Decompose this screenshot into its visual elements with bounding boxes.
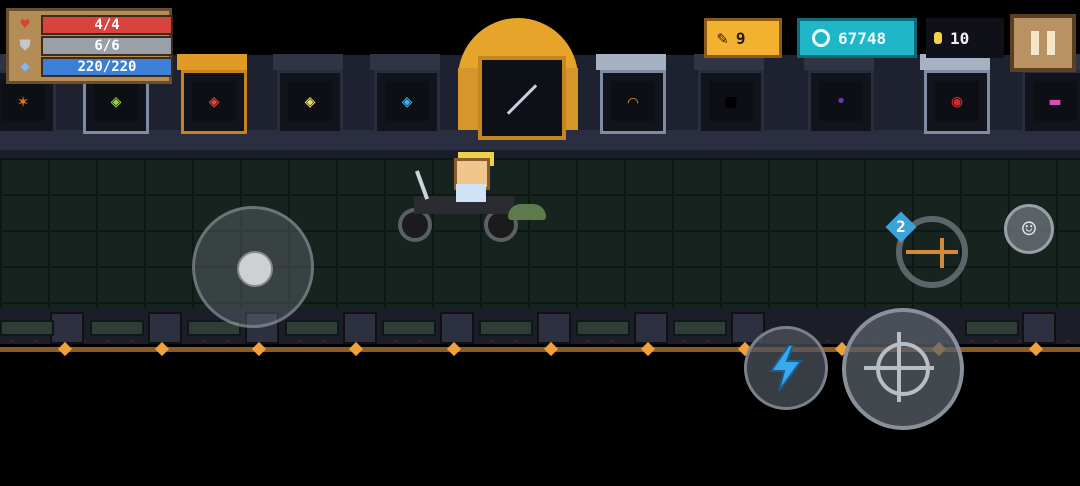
- pedestal-display: ⌒: [600, 70, 666, 134]
- health-bar: 4/4: [41, 15, 173, 35]
- energy-bar: 220/220: [41, 57, 173, 77]
- pedestal-display: ▬: [1022, 70, 1080, 134]
- pedestal-cap: [273, 54, 343, 70]
- rail-block: [148, 312, 182, 344]
- pedestal-display: ◈: [374, 70, 440, 134]
- shop-pedestal[interactable]: ◉: [920, 54, 990, 134]
- gem-icon: [812, 29, 830, 47]
- rail-pad: [965, 320, 1019, 336]
- green-ring-icon: ◈: [94, 81, 138, 121]
- dark-item-icon: ■: [709, 81, 753, 121]
- lightning-icon: [769, 345, 803, 391]
- rail-light: [446, 341, 462, 357]
- energy-text: 220/220: [77, 59, 137, 75]
- rail-pad: [479, 320, 533, 336]
- fish-count: 9: [735, 28, 746, 48]
- rail-block: [1022, 312, 1056, 344]
- pause-icon: [1031, 31, 1039, 55]
- smile-icon: ☺: [1021, 215, 1037, 243]
- shield-icon: ⛊: [19, 36, 31, 54]
- pause-icon: [1047, 31, 1055, 55]
- rider-body: [456, 184, 486, 202]
- armor-row: ⛊ 6/6: [15, 36, 173, 56]
- fish-icon: ✎: [717, 27, 728, 49]
- crossbow-icon: [940, 238, 944, 268]
- player-character: [396, 152, 556, 244]
- armor-bar: 6/6: [41, 36, 173, 56]
- bow-item-icon: ⌒: [611, 81, 655, 121]
- rail-pad: [382, 320, 436, 336]
- diamond-icon: ◆: [20, 57, 30, 75]
- coin-count: 10: [950, 28, 970, 48]
- shop-pedestal[interactable]: ⌒: [596, 54, 666, 134]
- pedestal-cap: [177, 54, 247, 70]
- coin-icon: [934, 32, 942, 44]
- shop-pedestal[interactable]: ◈: [177, 54, 247, 134]
- crosshair-line: [897, 332, 901, 402]
- joystick-knob[interactable]: [237, 251, 273, 287]
- armor-text: 6/6: [94, 38, 120, 54]
- skill-button[interactable]: [744, 326, 828, 410]
- health-text: 4/4: [94, 17, 120, 33]
- rail-pad: [90, 320, 144, 336]
- rail-block: [634, 312, 668, 344]
- skill-level-text: 2: [896, 217, 906, 236]
- rail-light: [57, 341, 73, 357]
- pause-button[interactable]: [1010, 14, 1076, 72]
- turtle-pet: [508, 204, 546, 220]
- rail-block: [440, 312, 474, 344]
- rail-block: [50, 312, 84, 344]
- red-ring-icon: ◈: [192, 81, 236, 121]
- rail-block: [343, 312, 377, 344]
- movement-joystick[interactable]: [192, 206, 314, 328]
- emote-button[interactable]: ☺: [1004, 204, 1054, 254]
- shop-pedestal[interactable]: ■: [694, 54, 764, 134]
- gem-counter: 67748: [797, 18, 917, 58]
- pedestal-cap: [370, 54, 440, 70]
- blue-ring-icon: ◈: [385, 81, 429, 121]
- rail-light: [640, 341, 656, 357]
- golden-weapon-display[interactable]: [458, 18, 578, 140]
- shop-pedestal[interactable]: ◈: [370, 54, 440, 134]
- pedestal-display: ◈: [277, 70, 343, 134]
- attack-button[interactable]: [842, 308, 964, 430]
- heart-icon: ♥: [20, 15, 30, 33]
- lips-item-icon: ◉: [935, 81, 979, 121]
- arch-post: [458, 68, 478, 130]
- yellow-ring-icon: ◈: [288, 81, 332, 121]
- shop-pedestal[interactable]: •: [804, 54, 874, 134]
- fish-counter: ✎ 9: [704, 18, 782, 58]
- rail-light: [154, 341, 170, 357]
- rail-light: [251, 341, 267, 357]
- rail-light: [1028, 341, 1044, 357]
- rail-light: [543, 341, 559, 357]
- pink-gun-icon: ▬: [1033, 81, 1077, 121]
- coin-counter: 10: [926, 18, 1004, 58]
- rail-pad: [0, 320, 54, 336]
- health-row: ♥ 4/4: [15, 15, 173, 35]
- pedestal-display: •: [808, 70, 874, 134]
- energy-row: ◆ 220/220: [15, 57, 173, 77]
- starfish-item-icon: ✶: [1, 81, 45, 121]
- pedestal-display: ◉: [924, 70, 990, 134]
- pedestal-display: ◈: [181, 70, 247, 134]
- rail-block: [537, 312, 571, 344]
- rail-pad: [576, 320, 630, 336]
- purple-orb-icon: •: [819, 81, 863, 121]
- gem-count: 67748: [838, 28, 887, 48]
- rail-pad: [285, 320, 339, 336]
- pedestal-display: ■: [698, 70, 764, 134]
- rail-light: [348, 341, 364, 357]
- shop-pedestal[interactable]: ▬: [1018, 54, 1080, 134]
- player-stats-panel: ♥ 4/4 ⛊ 6/6 ◆ 220/220: [6, 8, 173, 84]
- shop-pedestal[interactable]: ◈: [273, 54, 343, 134]
- rail-pad: [673, 320, 727, 336]
- pedestal-cap: [596, 54, 666, 70]
- crossbow-icon: [906, 250, 958, 254]
